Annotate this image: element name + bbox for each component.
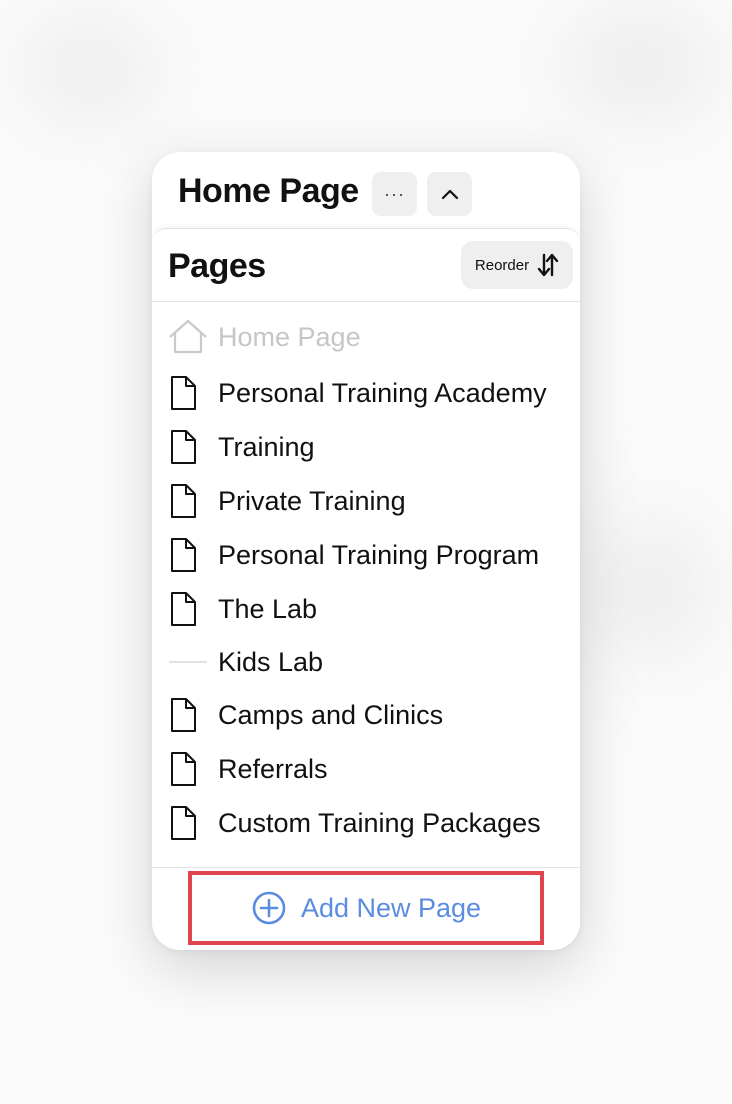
list-item-label: Training <box>218 431 315 462</box>
background-blur <box>590 520 710 660</box>
footer-divider <box>152 867 580 868</box>
pages-panel: Pages Reorder Home Page Personal Trainin… <box>152 228 580 950</box>
link-line-icon <box>168 642 210 682</box>
page-icon <box>168 481 210 521</box>
list-item[interactable]: Personal Training Academy <box>168 371 568 415</box>
page-icon <box>168 589 210 629</box>
page-icon <box>168 373 210 413</box>
list-item[interactable]: Personal Training Program <box>168 533 568 577</box>
list-item[interactable]: The Lab <box>168 587 568 631</box>
list-item[interactable]: Camps and Clinics <box>168 693 568 737</box>
list-item[interactable]: Private Training <box>168 479 568 523</box>
more-options-button[interactable]: ··· <box>372 172 417 216</box>
card-header: Home Page ··· <box>152 152 580 230</box>
list-item-label: Private Training <box>218 485 406 516</box>
add-new-page-label: Add New Page <box>300 892 482 923</box>
list-item-label: Camps and Clinics <box>218 699 444 730</box>
add-new-page-button[interactable]: Add New Page <box>188 871 544 945</box>
ellipsis-icon: ··· <box>384 183 405 204</box>
list-item-label: Personal Training Program <box>218 539 540 570</box>
reorder-label: Reorder <box>474 256 530 274</box>
page-icon <box>168 749 210 789</box>
list-item-label: Custom Training Packages <box>218 807 541 838</box>
list-item-label: The Lab <box>218 593 318 624</box>
list-item-label: Home Page <box>218 321 361 352</box>
list-item[interactable]: Kids Lab <box>168 640 568 684</box>
page-title: Home Page <box>178 172 359 210</box>
list-item[interactable]: Home Page <box>168 315 568 359</box>
page-icon <box>168 803 210 843</box>
page-navigator-card: Home Page ··· Pages Reorder Home Page Pe… <box>152 152 580 950</box>
reorder-button[interactable]: Reorder <box>461 241 573 289</box>
plus-circle-icon <box>252 891 286 925</box>
page-icon <box>168 427 210 467</box>
background-blur <box>560 10 720 120</box>
background-blur <box>20 20 160 120</box>
pages-heading: Pages <box>168 247 266 285</box>
list-item[interactable]: Training <box>168 425 568 469</box>
collapse-button[interactable] <box>427 172 472 216</box>
chevron-up-icon <box>441 189 458 200</box>
list-item-label: Personal Training Academy <box>218 377 547 408</box>
home-icon <box>168 317 210 357</box>
list-item-label: Referrals <box>218 753 328 784</box>
list-item[interactable]: Custom Training Packages <box>168 801 568 845</box>
header-divider <box>152 301 580 302</box>
sort-arrows-icon <box>537 253 559 277</box>
page-icon <box>168 695 210 735</box>
page-icon <box>168 535 210 575</box>
list-item-label: Kids Lab <box>218 646 324 677</box>
list-item[interactable]: Referrals <box>168 747 568 791</box>
